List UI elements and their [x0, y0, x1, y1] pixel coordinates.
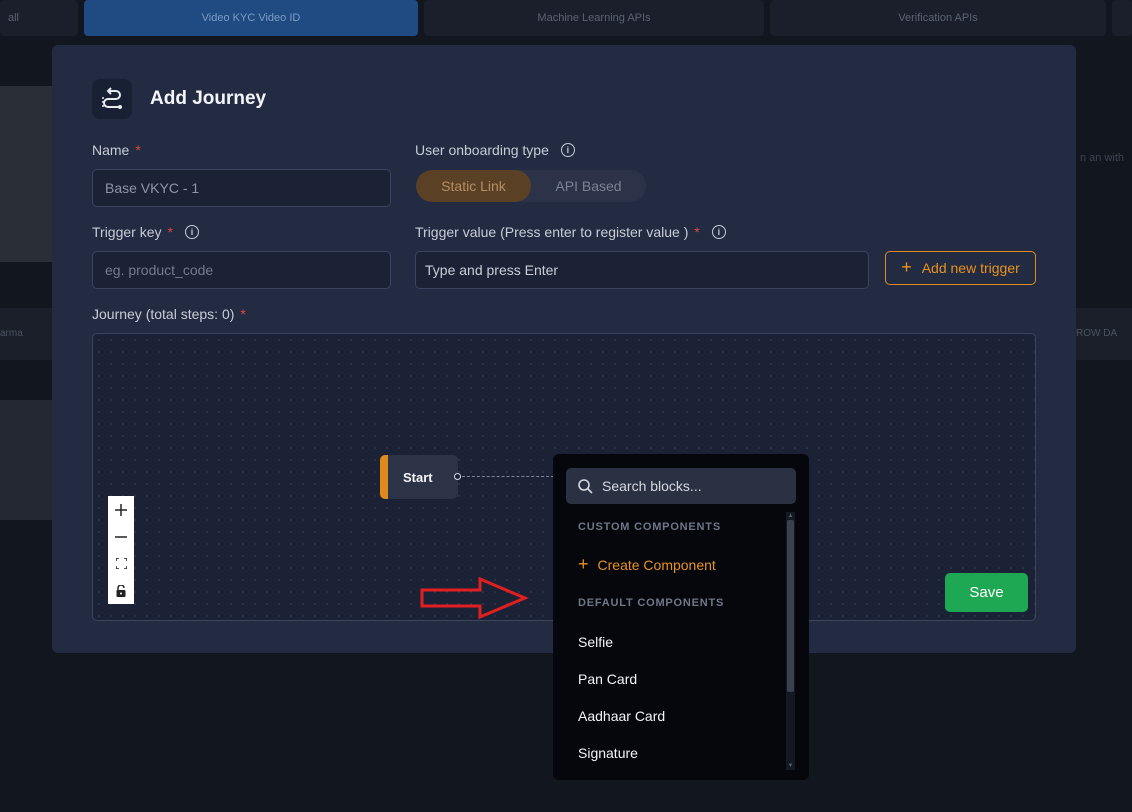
search-blocks-input[interactable] [602, 478, 792, 494]
name-input[interactable]: Base VKYC - 1 [92, 169, 391, 207]
default-components-heading: DEFAULT COMPONENTS [578, 597, 725, 609]
required-mark: * [167, 224, 173, 240]
create-component-label: Create Component [597, 557, 716, 573]
scroll-down-icon[interactable]: ▼ [787, 763, 794, 769]
list-item-pan-card[interactable]: Pan Card [578, 671, 637, 687]
onboarding-type-toggle: Static Link API Based [416, 170, 646, 202]
trigger-key-label: Trigger key * i [92, 224, 199, 240]
info-icon[interactable]: i [711, 225, 726, 239]
bg-tab-video-kyc: Video KYC Video ID [84, 0, 418, 36]
toggle-api-based[interactable]: API Based [531, 170, 646, 202]
onboarding-type-label: User onboarding type i [415, 142, 575, 158]
block-picker-dropdown: CUSTOM COMPONENTS + Create Component DEF… [553, 454, 809, 780]
background-image-2 [0, 400, 52, 520]
background-tab-bar: all Video KYC Video ID Machine Learning … [0, 0, 1132, 38]
start-node-port[interactable] [454, 473, 461, 480]
start-node[interactable]: Start [380, 455, 458, 499]
add-new-trigger-button[interactable]: + Add new trigger [885, 251, 1036, 285]
canvas-controls [108, 496, 134, 604]
list-item-selfie[interactable]: Selfie [578, 634, 613, 650]
zoom-out-icon[interactable] [108, 523, 134, 550]
journey-label: Journey (total steps: 0) * [92, 306, 246, 322]
required-mark: * [240, 306, 246, 322]
onboarding-type-label-text: User onboarding type [415, 142, 549, 158]
scroll-thumb[interactable] [787, 520, 794, 692]
info-icon[interactable]: i [184, 225, 199, 239]
fit-view-icon[interactable] [108, 550, 134, 577]
dropdown-scrollbar[interactable]: ▲ ▼ [786, 512, 795, 770]
bg-tab-ml-apis: Machine Learning APIs [424, 0, 764, 36]
journey-label-text: Journey (total steps: 0) [92, 306, 235, 322]
list-item-aadhaar-card[interactable]: Aadhaar Card [578, 708, 665, 724]
red-arrow-annotation [420, 577, 529, 620]
background-image [0, 86, 52, 262]
modal-title: Add Journey [150, 88, 267, 109]
plus-icon: + [578, 554, 589, 574]
required-mark: * [135, 142, 141, 158]
trigger-value-label: Trigger value (Press enter to register v… [415, 224, 726, 240]
background-side-label-right: ROW DA [1076, 308, 1132, 360]
search-blocks-box[interactable] [566, 468, 796, 504]
start-node-edge [462, 476, 554, 477]
trigger-key-label-text: Trigger key [92, 224, 162, 240]
trigger-key-input[interactable]: eg. product_code [92, 251, 391, 289]
search-icon [578, 478, 593, 494]
add-new-trigger-label: Add new trigger [921, 260, 1020, 276]
custom-components-heading: CUSTOM COMPONENTS [578, 521, 721, 533]
lock-icon[interactable] [108, 577, 134, 604]
info-icon[interactable]: i [560, 143, 575, 157]
trigger-value-label-text: Trigger value (Press enter to register v… [415, 224, 689, 240]
name-label-text: Name [92, 142, 130, 158]
zoom-in-icon[interactable] [108, 496, 134, 523]
toggle-static-link[interactable]: Static Link [416, 170, 531, 202]
create-component-item[interactable]: + Create Component [578, 554, 716, 574]
save-button[interactable]: Save [945, 573, 1028, 612]
journey-route-icon [92, 79, 132, 119]
background-side-text: n an with [1080, 152, 1125, 164]
name-label: Name * [92, 142, 141, 158]
required-mark: * [694, 224, 700, 240]
bg-tab-extra [1112, 0, 1132, 36]
background-side-label: arma [0, 308, 52, 360]
list-item-signature[interactable]: Signature [578, 745, 638, 761]
scroll-up-icon[interactable]: ▲ [787, 513, 794, 519]
trigger-value-input[interactable]: Type and press Enter [415, 251, 869, 289]
bg-tab-verification-apis: Verification APIs [770, 0, 1106, 36]
modal-header: Add Journey [92, 79, 266, 119]
bg-tab-all: all [0, 0, 78, 36]
plus-icon: + [901, 257, 912, 277]
